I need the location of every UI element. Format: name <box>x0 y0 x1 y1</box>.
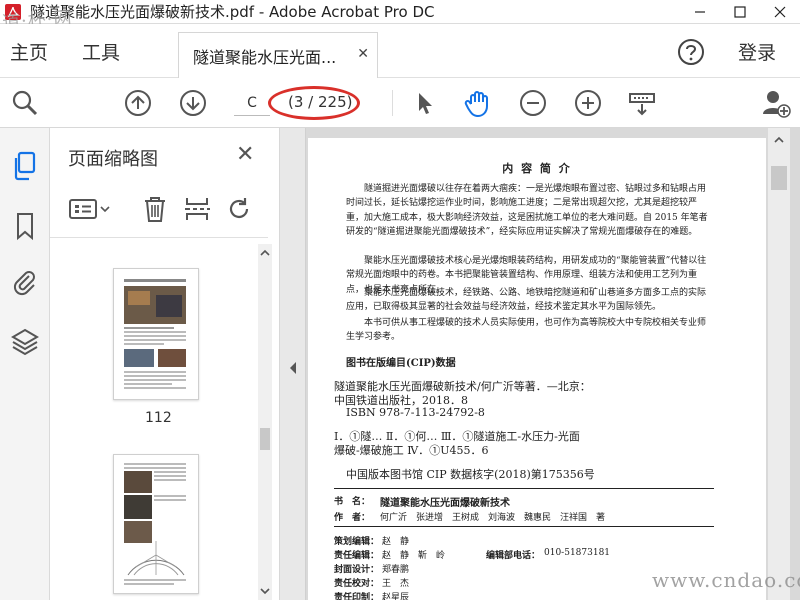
tab-document[interactable]: 隧道聚能水压光面... ✕ <box>178 32 378 78</box>
credit-value: 郑春鹏 <box>382 565 410 575</box>
pointer-arrow-icon[interactable] <box>408 87 440 119</box>
authors: 何广沂 张进增 王树成 刘海波 魏惠民 汪祥国 著 <box>380 513 606 523</box>
phone: 010-51873181 <box>544 548 611 558</box>
credit-value: 赵 静 <box>382 537 410 547</box>
fit-page-icon[interactable] <box>626 87 658 119</box>
zoom-out-icon[interactable] <box>517 87 549 119</box>
close-panel-icon[interactable]: ✕ <box>236 142 254 167</box>
thumbnails-panel-title: 页面缩略图 <box>68 149 158 170</box>
credit-value: 赵星辰 <box>382 593 410 600</box>
phone-label: 编辑部电话： <box>486 551 541 561</box>
minimize-button[interactable] <box>680 0 720 24</box>
add-user-icon[interactable] <box>760 87 792 119</box>
document-scrollbar[interactable] <box>768 128 790 600</box>
thumbnails-scrollbar-thumb[interactable] <box>260 428 270 450</box>
credit-label: 责任校对： <box>334 579 380 589</box>
credit-value: 赵 静 靳 岭 <box>382 551 446 561</box>
credit-value: 王 杰 <box>382 579 410 589</box>
authors-label: 作 者： <box>334 513 371 523</box>
doc-heading: 内 容 简 介 <box>502 162 572 175</box>
window-controls <box>680 0 800 24</box>
thumbnails-toolbar <box>50 184 268 238</box>
page-thumbnail[interactable] <box>113 268 199 400</box>
page-thumbnail[interactable] <box>113 454 199 594</box>
thumbnail-options-icon[interactable] <box>68 194 112 224</box>
credit-label: 封面设计： <box>334 565 380 575</box>
cip-line: ISBN 978-7-113-24792-8 <box>346 406 485 419</box>
doc-paragraph: 聚能水压光面爆破技术，经铁路、公路、地铁暗挖隧道和矿山巷道多方面多工点的实际应用… <box>346 288 707 313</box>
doc-paragraph: 本书可供从事工程爆破的技术人员实际使用，也可作为高等院校大中专院校相关专业师生学… <box>346 318 707 343</box>
book-name: 隧道聚能水压光面爆破新技术 <box>380 498 510 509</box>
nav-bar: 主页 工具 隧道聚能水压光面... ✕ 登录 <box>0 24 800 78</box>
zoom-in-icon[interactable] <box>572 87 604 119</box>
help-icon[interactable] <box>677 38 705 70</box>
credit-label: 责任编辑： <box>334 551 380 561</box>
thumbnails-scrollbar[interactable] <box>258 244 272 600</box>
login-button[interactable]: 登录 <box>738 38 776 65</box>
panel-collapse-handle[interactable] <box>280 128 306 600</box>
title-bar: 隧道聚能水压光面爆破新技术.pdf - Adobe Acrobat Pro DC <box>0 0 800 24</box>
window-title: 隧道聚能水压光面爆破新技术.pdf - Adobe Acrobat Pro DC <box>30 3 435 21</box>
close-tab-icon[interactable]: ✕ <box>357 46 369 62</box>
close-window-button[interactable] <box>760 0 800 24</box>
cip-line: 爆破-爆破施工 Ⅳ．①U455．6 <box>334 444 489 457</box>
cip-title: 图书在版编目(CIP)数据 <box>346 358 456 369</box>
thumbnails-panel: 页面缩略图 ✕ 112 <box>50 128 280 600</box>
page-count: (3 / 225) <box>288 93 353 111</box>
hand-icon[interactable] <box>462 87 494 119</box>
toolbar-separator <box>392 90 393 116</box>
insert-page-icon[interactable] <box>182 194 212 224</box>
layers-icon[interactable] <box>7 324 43 360</box>
toolbar: (3 / 225) <box>0 78 800 128</box>
nav-home[interactable]: 主页 <box>10 24 48 78</box>
credit-label: 责任印制： <box>334 593 380 600</box>
bookmark-icon[interactable] <box>7 208 43 244</box>
left-icon-rail <box>0 128 50 600</box>
cip-line: 中国版本图书馆 CIP 数据核字(2018)第175356号 <box>346 468 595 481</box>
doc-rule <box>334 526 714 527</box>
credit-label: 策划编辑： <box>334 537 380 547</box>
attachment-icon[interactable] <box>7 264 43 300</box>
rotate-page-icon[interactable] <box>224 194 254 224</box>
document-page: 内 容 简 介 隧道掘进光面爆破以往存在着两大痼疾：一是光爆炮眼布置过密、钻眼过… <box>308 138 766 600</box>
nav-tools[interactable]: 工具 <box>82 24 120 78</box>
tab-document-label: 隧道聚能水压光面... <box>193 47 337 67</box>
document-viewport: 内 容 简 介 隧道掘进光面爆破以往存在着两大痼疾：一是光爆炮眼布置过密、钻眼过… <box>306 128 800 600</box>
next-page-icon[interactable] <box>177 87 209 119</box>
document-scrollbar-thumb[interactable] <box>771 166 787 190</box>
doc-rule <box>334 488 714 489</box>
delete-page-icon[interactable] <box>140 194 170 224</box>
acrobat-pdf-icon <box>2 1 24 23</box>
page-thumbnails-icon[interactable] <box>7 148 43 184</box>
maximize-button[interactable] <box>720 0 760 24</box>
book-name-label: 书 名： <box>334 497 371 507</box>
previous-page-icon[interactable] <box>122 87 154 119</box>
page-number-input[interactable] <box>234 90 270 116</box>
magnifier-icon[interactable] <box>9 87 41 119</box>
thumbnail-page-label: 112 <box>145 410 172 426</box>
doc-paragraph: 隧道掘进光面爆破以往存在着两大痼疾：一是光爆炮眼布置过密、钻眼过多和钻眼占用时间… <box>346 184 708 237</box>
